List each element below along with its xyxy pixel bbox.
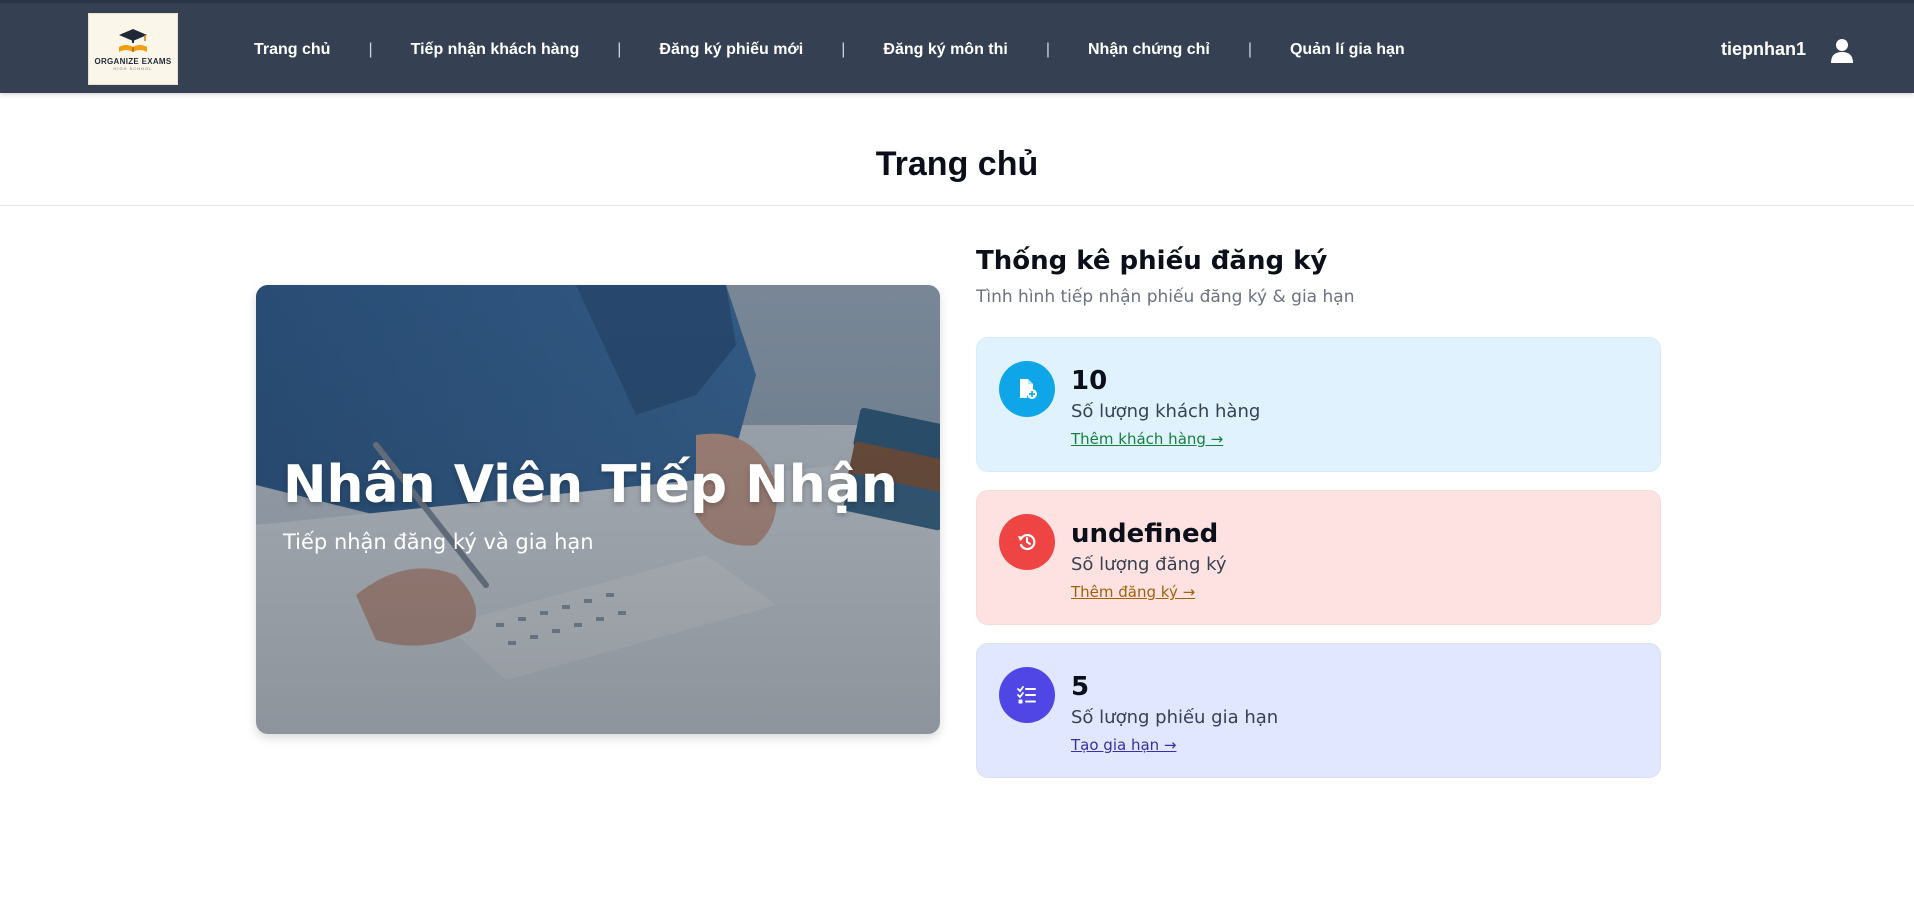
history-icon [999, 514, 1055, 570]
hero-subtitle: Tiếp nhận đăng ký và gia hạn [283, 530, 594, 554]
hero-banner: Nhân Viên Tiếp Nhận Tiếp nhận đăng ký và… [256, 285, 940, 734]
customers-count: 10 [1071, 366, 1108, 396]
hero-title: Nhân Viên Tiếp Nhận [283, 455, 898, 515]
title-divider [0, 205, 1914, 206]
stats-subtitle: Tình hình tiếp nhận phiếu đăng ký & gia … [976, 287, 1355, 307]
registrations-count: undefined [1071, 519, 1219, 549]
main-nav: Trang chủ | Tiếp nhận khách hàng | Đăng … [254, 3, 1405, 96]
nav-separator: | [841, 40, 846, 58]
customers-label: Số lượng khách hàng [1071, 401, 1261, 422]
logo-text: ORGANIZE EXAMS [94, 57, 172, 66]
nav-item-tiep-nhan-khach-hang[interactable]: Tiếp nhận khách hàng [411, 41, 580, 59]
checklist-icon [999, 667, 1055, 723]
app-logo[interactable]: ORGANIZE EXAMS HIGH SCHOOL [88, 13, 178, 85]
renewals-label: Số lượng phiếu gia hạn [1071, 707, 1279, 728]
stat-card-renewals: 5 Số lượng phiếu gia hạn Tạo gia hạn → [976, 643, 1661, 778]
nav-item-quan-li-gia-han[interactable]: Quản lí gia hạn [1290, 41, 1405, 59]
nav-item-dang-ky-mon-thi[interactable]: Đăng ký môn thi [883, 41, 1007, 59]
logo-subtext: HIGH SCHOOL [113, 66, 153, 71]
user-icon[interactable] [1821, 33, 1863, 69]
file-add-icon [999, 361, 1055, 417]
nav-item-dang-ky-phieu-moi[interactable]: Đăng ký phiếu mới [659, 41, 803, 59]
stat-card-customers: 10 Số lượng khách hàng Thêm khách hàng → [976, 337, 1661, 472]
nav-separator: | [617, 40, 622, 58]
page-title: Trang chủ [875, 145, 1039, 183]
registrations-label: Số lượng đăng ký [1071, 554, 1227, 575]
nav-separator: | [368, 40, 373, 58]
graduation-cap-book-icon [119, 29, 147, 52]
nav-item-trang-chu[interactable]: Trang chủ [254, 41, 330, 59]
add-registration-link[interactable]: Thêm đăng ký → [1071, 583, 1195, 601]
add-customer-link[interactable]: Thêm khách hàng → [1071, 430, 1223, 448]
top-navigation-bar: ORGANIZE EXAMS HIGH SCHOOL Trang chủ | T… [0, 0, 1914, 93]
nav-separator: | [1045, 40, 1050, 58]
create-renewal-link[interactable]: Tạo gia hạn → [1071, 736, 1177, 754]
stat-card-registrations: undefined Số lượng đăng ký Thêm đăng ký … [976, 490, 1661, 625]
username-label[interactable]: tiepnhan1 [1721, 39, 1806, 60]
renewals-count: 5 [1071, 672, 1090, 702]
nav-separator: | [1247, 40, 1252, 58]
stats-title: Thống kê phiếu đăng ký [976, 246, 1328, 276]
nav-item-nhan-chung-chi[interactable]: Nhận chứng chỉ [1088, 41, 1210, 59]
